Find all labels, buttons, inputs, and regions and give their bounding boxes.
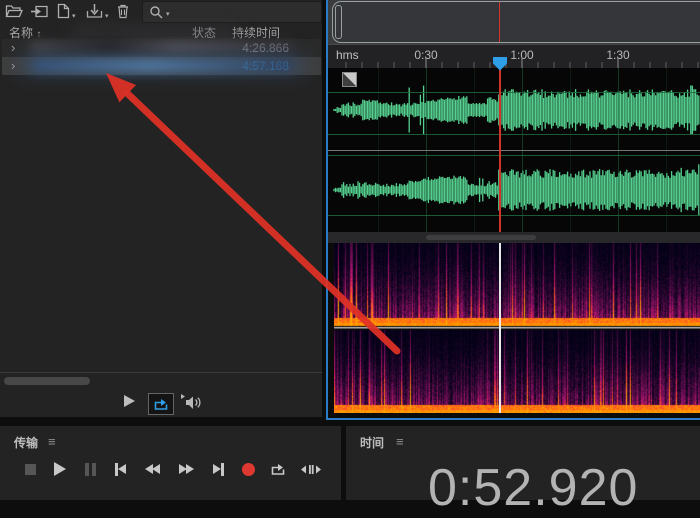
time-panel-title: 时间 bbox=[360, 436, 385, 450]
file-duration: 4:26.866 bbox=[242, 41, 289, 55]
channel-select-icon[interactable] bbox=[342, 72, 357, 87]
loop-icon bbox=[154, 398, 168, 410]
timeline-ruler[interactable]: hms 0:30 1:00 1:30 bbox=[326, 44, 700, 69]
db-gridline bbox=[326, 215, 700, 216]
stop-button[interactable] bbox=[22, 461, 38, 477]
chevron-down-icon: ▾ bbox=[166, 11, 170, 18]
play-icon bbox=[124, 395, 135, 407]
rewind-button[interactable] bbox=[142, 461, 162, 477]
channel-divider[interactable] bbox=[326, 150, 700, 151]
file-duration-selected: 4:57.168 bbox=[242, 59, 289, 73]
file-row-1[interactable]: › 4:26.866 bbox=[2, 39, 321, 57]
db-gridline bbox=[326, 134, 700, 135]
fast-forward-button[interactable] bbox=[176, 461, 196, 477]
view-splitter[interactable] bbox=[326, 232, 700, 243]
editor-focus-border-bottom bbox=[326, 418, 700, 420]
ruler-unit-label: hms bbox=[336, 48, 359, 62]
export-icon[interactable]: ▾ bbox=[86, 3, 109, 20]
list-divider bbox=[0, 372, 322, 373]
pause-button[interactable] bbox=[82, 461, 98, 477]
panel-menu-icon[interactable]: ≡ bbox=[396, 434, 404, 449]
waveform-view[interactable] bbox=[326, 68, 700, 232]
expander-icon[interactable]: › bbox=[11, 58, 15, 73]
time-display[interactable]: 0:52.920 bbox=[428, 458, 638, 518]
panel-menu-icon[interactable]: ≡ bbox=[48, 434, 56, 449]
play-icon bbox=[54, 462, 66, 476]
navigator-left-handle[interactable] bbox=[335, 5, 342, 39]
loop-icon bbox=[271, 463, 285, 475]
splitter-thumb[interactable] bbox=[426, 235, 536, 240]
playhead-line bbox=[499, 68, 501, 232]
transport-panel: 传输 ≡ bbox=[0, 426, 341, 500]
play-button[interactable] bbox=[52, 461, 68, 477]
transport-panel-title: 传输 bbox=[14, 436, 39, 450]
import-files-icon[interactable] bbox=[30, 3, 50, 20]
spectrogram-playhead bbox=[499, 243, 501, 413]
move-playhead-icon bbox=[301, 464, 321, 474]
ruler-tick-label: 0:30 bbox=[414, 48, 438, 62]
horizontal-scrollbar-thumb[interactable] bbox=[4, 377, 90, 385]
file-row-2-selected[interactable]: › 4:57.168 bbox=[2, 57, 321, 75]
new-item-icon[interactable]: ▾ bbox=[57, 3, 77, 20]
overview-playhead bbox=[499, 2, 500, 42]
move-playhead-button[interactable] bbox=[300, 461, 322, 477]
loop-playback-button[interactable] bbox=[148, 393, 174, 415]
files-panel: ▾ ▾ ▾ 名称 ↑ 状态 持续时间 › 4:26.866 › 4:57.168 bbox=[0, 0, 322, 417]
delete-icon[interactable] bbox=[116, 3, 136, 20]
editor-focus-border-left bbox=[326, 0, 328, 420]
skip-to-end-button[interactable] bbox=[210, 461, 226, 477]
db-gridline bbox=[326, 92, 700, 93]
speaker-icon bbox=[181, 394, 201, 409]
name-column-label: 名称 bbox=[9, 26, 34, 40]
expander-icon[interactable]: › bbox=[11, 40, 15, 55]
chevron-down-icon: ▾ bbox=[105, 13, 109, 20]
preview-play-button[interactable] bbox=[124, 395, 135, 407]
chevron-down-icon: ▾ bbox=[72, 13, 76, 20]
skip-start-icon bbox=[117, 464, 126, 474]
spectrogram-view[interactable] bbox=[334, 243, 700, 413]
db-gridline bbox=[326, 155, 700, 156]
skip-to-start-button[interactable] bbox=[112, 461, 128, 477]
search-input[interactable]: ▾ bbox=[142, 1, 322, 23]
editor-panel: hms 0:30 1:00 1:30 bbox=[326, 0, 700, 420]
open-file-icon[interactable] bbox=[5, 3, 25, 20]
zoom-navigator-range[interactable] bbox=[332, 1, 700, 43]
zoom-navigator-strip bbox=[326, 0, 700, 44]
auto-play-button[interactable] bbox=[179, 394, 205, 410]
ruler-tick-label: 1:30 bbox=[606, 48, 630, 62]
loop-button[interactable] bbox=[270, 461, 286, 477]
record-button[interactable] bbox=[240, 461, 256, 477]
transport-controls bbox=[22, 456, 322, 482]
stop-icon bbox=[24, 463, 36, 475]
ruler-tick-label: 1:00 bbox=[510, 48, 534, 62]
record-icon bbox=[241, 462, 255, 476]
